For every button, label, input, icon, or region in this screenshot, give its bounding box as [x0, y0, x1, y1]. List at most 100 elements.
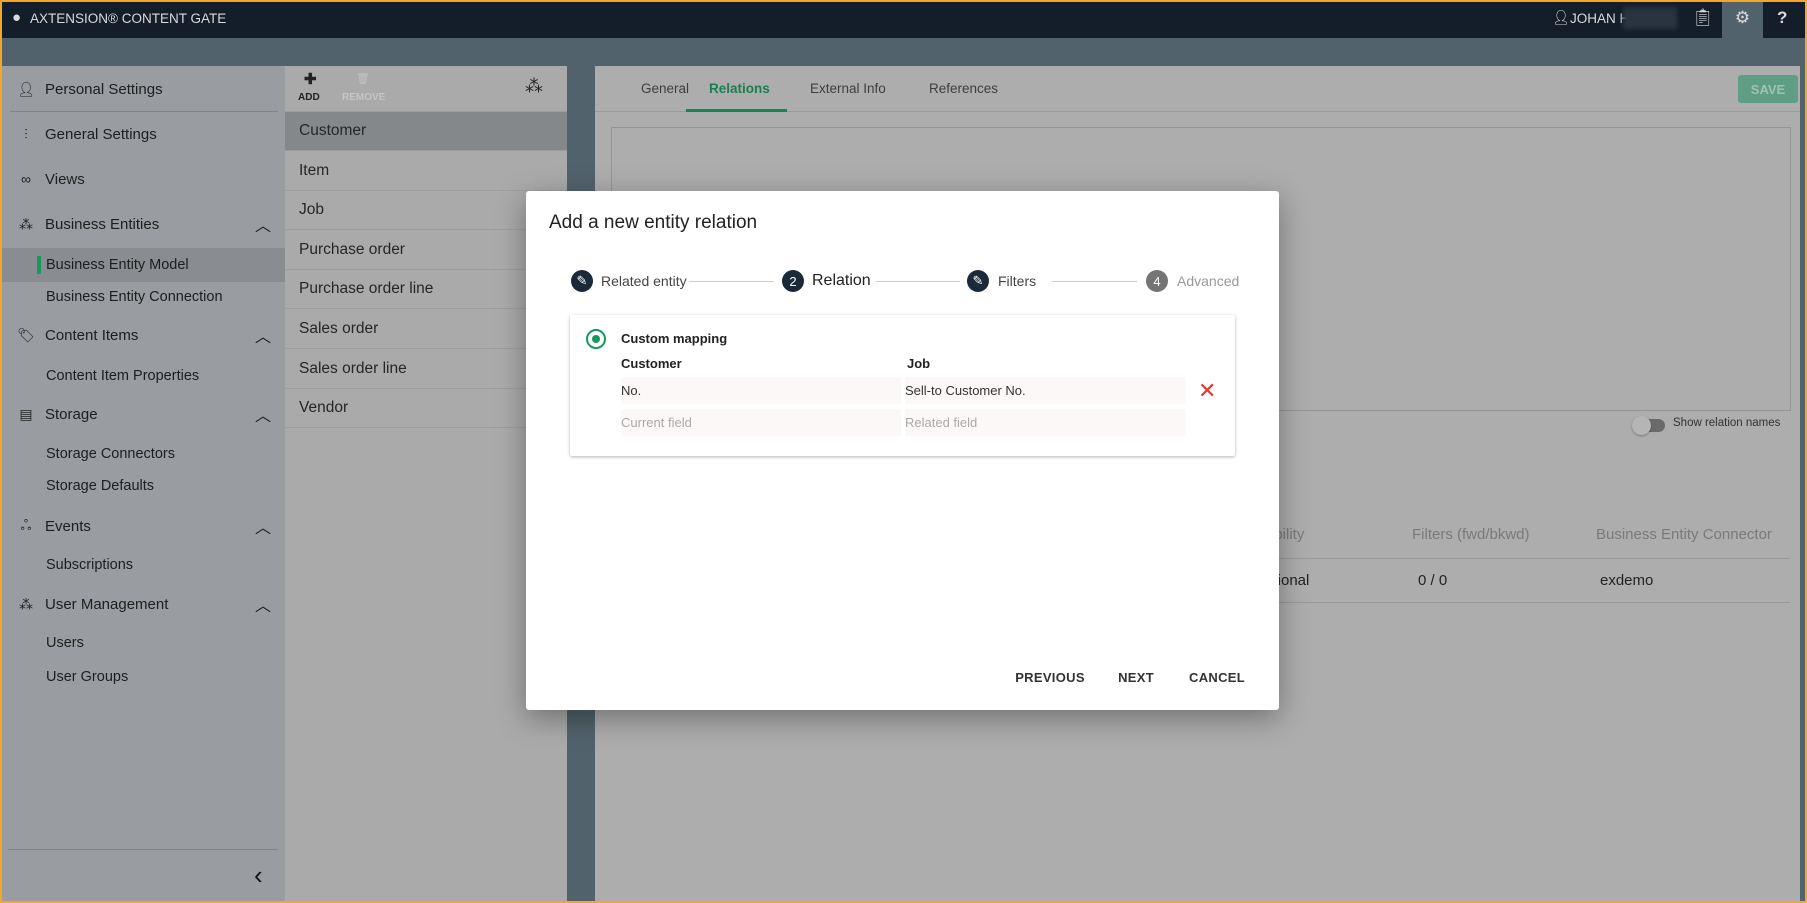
list-item[interactable]: Purchase order line: [285, 269, 567, 309]
sidebar-item-personal-settings[interactable]: 👤︎ Personal Settings: [0, 72, 285, 106]
active-tab-indicator: [686, 109, 787, 112]
step-filters[interactable]: Filters: [998, 273, 1036, 289]
logo-icon: ●: [12, 9, 22, 26]
collapse-chevron-left-icon[interactable]: ‹: [254, 860, 263, 891]
sidebar-item-storage-defaults[interactable]: Storage Defaults: [0, 469, 285, 503]
step-relation[interactable]: Relation: [812, 272, 871, 290]
user-icon: 👤︎: [1552, 9, 1570, 25]
label: Personal Settings: [45, 80, 163, 98]
users-icon: ⁂: [19, 595, 33, 612]
previous-button[interactable]: PREVIOUS: [1015, 670, 1085, 685]
webhook-icon: ஃ: [20, 516, 32, 533]
sidebar-item-user-groups[interactable]: User Groups: [0, 660, 285, 694]
chevron-up-icon: ︿: [254, 520, 271, 537]
column-header-connector: Business Entity Connector: [1596, 526, 1772, 543]
entity-list-panel: ✚ ADD 🗑︎ REMOVE ⁂ Customer Item Job Purc…: [285, 66, 567, 903]
column-header-filters: Filters (fwd/bkwd): [1412, 526, 1530, 543]
list-item-customer[interactable]: Customer: [285, 111, 567, 151]
sidebar-item-business-entity-model[interactable]: Business Entity Model: [0, 248, 285, 282]
add-button[interactable]: ADD: [298, 92, 320, 103]
label: Events: [45, 517, 91, 535]
custom-mapping-label: Custom mapping: [621, 331, 728, 346]
step-number-2: 2: [782, 270, 804, 292]
user-name[interactable]: JOHAN H: [1570, 11, 1629, 26]
pencil-icon: ✎: [571, 270, 593, 292]
label: General Settings: [45, 125, 157, 143]
radio-dot: [592, 335, 600, 343]
custom-mapping-radio[interactable]: [586, 329, 606, 349]
list-item[interactable]: Purchase order: [285, 230, 567, 270]
label: Business Entities: [45, 215, 160, 233]
sidebar-item-content-items[interactable]: 🏷︎ Content Items ︿: [0, 318, 285, 352]
label: Content Item Properties: [46, 368, 200, 384]
chevron-up-icon: ︿: [254, 598, 271, 615]
save-button[interactable]: SAVE: [1738, 75, 1798, 103]
cancel-button[interactable]: CANCEL: [1189, 670, 1245, 685]
add-entity-relation-dialog: Add a new entity relation ✎ Related enti…: [526, 191, 1279, 710]
delete-mapping-x-icon[interactable]: ✕: [1198, 378, 1216, 404]
divider: [8, 849, 278, 850]
step-advanced[interactable]: Advanced: [1177, 273, 1239, 289]
sidebar-item-business-entities[interactable]: ⁂ Business Entities ︿: [0, 207, 285, 241]
archive-icon: ▤: [19, 405, 33, 422]
divider: [1195, 602, 1790, 603]
help-icon[interactable]: ?: [1777, 8, 1787, 28]
sidebar-item-users[interactable]: Users: [0, 626, 285, 660]
remove-button[interactable]: REMOVE: [342, 92, 385, 103]
sidebar-item-subscriptions[interactable]: Subscriptions: [0, 548, 285, 582]
label: User Management: [45, 595, 169, 613]
sub-header: [0, 38, 1807, 66]
related-entity-header: Job: [907, 356, 931, 371]
sidebar-item-user-management[interactable]: ⁂ User Management ︿: [0, 587, 285, 621]
step-number-4: 4: [1146, 270, 1168, 292]
sidebar-item-views[interactable]: ∞ Views: [0, 162, 285, 196]
settings-gear-icon[interactable]: ⚙: [1722, 0, 1763, 38]
sidebar: 👤︎ Personal Settings ⫶ General Settings ∞ V…: [0, 66, 285, 903]
list-item[interactable]: Item: [285, 151, 567, 191]
divider: [1195, 558, 1790, 559]
entities-graph-icon[interactable]: ⁂: [525, 76, 543, 97]
current-field-input[interactable]: Current field: [621, 409, 901, 436]
table-cell-filters: 0 / 0: [1418, 572, 1448, 589]
label: Subscriptions: [46, 557, 134, 573]
next-button[interactable]: NEXT: [1118, 670, 1154, 685]
list-item[interactable]: Sales order line: [285, 349, 567, 389]
sidebar-item-business-entity-connection[interactable]: Business Entity Connection: [0, 280, 285, 314]
tab-general[interactable]: General: [641, 66, 689, 111]
list-item[interactable]: Vendor: [285, 388, 567, 428]
sidebar-item-events[interactable]: ஃ Events ︿: [0, 509, 285, 543]
clipboard-icon[interactable]: 📋︎: [1692, 8, 1714, 28]
current-field-value[interactable]: No.: [621, 377, 901, 404]
list-item[interactable]: Job: [285, 190, 567, 230]
sidebar-item-content-item-properties[interactable]: Content Item Properties: [0, 359, 285, 393]
mapping-card: Custom mapping Customer Job No. Sell-to …: [570, 315, 1235, 456]
related-field-input[interactable]: Related field: [905, 409, 1186, 436]
current-entity-header: Customer: [621, 356, 682, 371]
app-title: AXTENSION® CONTENT GATE: [30, 11, 227, 26]
add-icon: ✚: [304, 71, 317, 88]
related-field-value[interactable]: Sell-to Customer No.: [905, 377, 1186, 404]
tab-external-info[interactable]: External Info: [810, 66, 886, 111]
list-item[interactable]: Sales order: [285, 309, 567, 349]
label: Storage: [45, 405, 98, 423]
tab-relations[interactable]: Relations: [709, 66, 770, 111]
sidebar-item-storage[interactable]: ▤ Storage ︿: [0, 397, 285, 431]
label: Content Items: [45, 326, 139, 344]
step-connector: [1052, 281, 1137, 282]
show-relation-names-toggle[interactable]: [1632, 416, 1665, 435]
top-bar: ● AXTENSION® CONTENT GATE 👤︎ JOHAN H 📋︎ …: [0, 0, 1807, 38]
tab-references[interactable]: References: [929, 66, 998, 111]
toggle-label: Show relation names: [1673, 417, 1781, 429]
sidebar-item-general-settings[interactable]: ⫶ General Settings: [0, 117, 285, 151]
trash-icon: 🗑︎: [356, 73, 370, 85]
sliders-icon: ⫶: [24, 125, 28, 142]
divider: [10, 111, 278, 112]
step-related-entity[interactable]: Related entity: [601, 273, 687, 289]
table-cell-connector: exdemo: [1600, 572, 1654, 589]
toggle-knob: [1632, 416, 1651, 435]
person-icon: 👤︎: [17, 80, 35, 97]
redacted-name: [1623, 7, 1677, 29]
sidebar-item-storage-connectors[interactable]: Storage Connectors: [0, 437, 285, 471]
label: Business Entity Model: [46, 257, 189, 273]
label: Storage Connectors: [46, 446, 175, 462]
